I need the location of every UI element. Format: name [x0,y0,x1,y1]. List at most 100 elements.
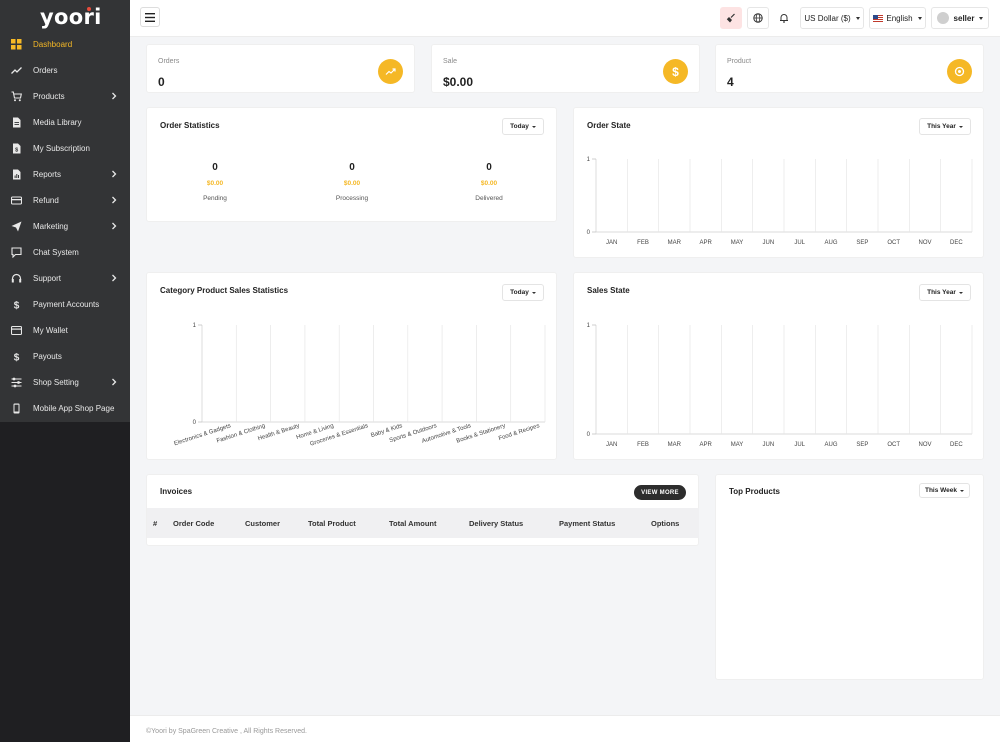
x-tick-label: FEB [637,240,649,246]
x-tick-label: Groceries & Essentials [309,423,369,447]
order-amount: $0.00 [480,180,498,187]
sidebar-item-label: Refund [33,195,59,205]
sidebar-item-label: Dashboard [33,39,73,49]
top-products-filter[interactable]: This Week [919,483,970,498]
us-flag-icon [873,14,884,22]
clear-cache-button[interactable] [720,7,742,29]
x-tick-label: AUG [824,240,837,246]
column-header: Customer [245,519,281,528]
sidebar-item-label: Payouts [33,351,62,361]
website-button[interactable] [747,7,769,29]
chevron-right-icon [110,274,118,282]
x-tick-label: MAY [731,240,744,246]
svg-text:$: $ [14,300,20,310]
x-tick-label: JAN [606,442,617,448]
notification-button[interactable] [773,7,795,29]
sidebar-item-media-library[interactable]: Media Library [0,109,130,135]
svg-text:$: $ [14,352,20,362]
sidebar-item-payment-accounts[interactable]: $ Payment Accounts [0,291,130,317]
sidebar-item-label: Products [33,91,65,101]
language-label: English [886,13,913,23]
logo-dot [87,7,91,11]
logo[interactable]: yoori [40,5,102,29]
order-state-chart: 0 1 JAN FEB MAR APR MAY JUN JUL AUG SEP OCT NOV DEC [587,157,973,246]
category-sales-card: Category Product Sales Statistics Today … [146,272,557,460]
x-tick-label: AUG [824,442,837,448]
wallet-icon [11,325,22,336]
x-tick-label: APR [699,240,712,246]
sidebar-item-reports[interactable]: Reports [0,161,130,187]
x-tick-label: MAY [731,442,744,448]
order-count: 0 [349,162,355,173]
chevron-down-icon [979,16,984,20]
sidebar-item-label: Marketing [33,221,69,231]
y-tick-label: 0 [193,420,197,426]
x-tick-label: OCT [887,442,900,448]
invoice-table-header: # Order Code Customer Total Product Tota… [147,508,699,538]
sidebar-item-products[interactable]: Products [0,83,130,109]
column-header: Options [651,519,680,528]
x-tick-label: DEC [950,240,963,246]
x-tick-label: JAN [606,240,617,246]
x-tick-label: JUL [794,240,805,246]
order-statistics-filter[interactable]: Today [502,118,544,135]
x-tick-label: DEC [950,442,963,448]
view-more-button[interactable]: VIEW MORE [634,485,686,500]
sidebar-item-refund[interactable]: Refund [0,187,130,213]
chevron-down-icon [917,16,922,20]
sidebar-item-chat-system[interactable]: Chat System [0,239,130,265]
svg-text:$: $ [15,147,18,153]
y-tick-label: 1 [193,323,197,329]
order-amount: $0.00 [343,180,361,187]
package-icon [947,59,972,84]
report-icon [11,169,22,180]
menu-toggle-button[interactable] [140,7,160,27]
stat-label: Sale [443,58,458,65]
stat-label: Product [727,58,752,65]
x-tick-label: NOV [918,240,931,246]
x-tick-label: FEB [637,442,649,448]
y-tick-label: 1 [587,323,591,329]
sidebar-item-mobile-app-shop-page[interactable]: Mobile App Shop Page [0,395,130,421]
file-icon [11,117,22,128]
column-header: Order Code [173,519,215,528]
user-menu[interactable]: seller [931,7,989,29]
chevron-down-icon [960,489,965,492]
sidebar-item-payouts[interactable]: $ Payouts [0,343,130,369]
sidebar-item-dashboard[interactable]: Dashboard [0,31,130,57]
order-amount: $0.00 [206,180,224,187]
x-tick-label: MAR [668,240,682,246]
column-header: Payment Status [559,519,616,528]
stat-card-orders: Orders 0 [146,44,415,93]
x-tick-label: JUL [794,442,805,448]
x-tick-label: JUN [762,240,774,246]
sidebar-item-label: Media Library [33,117,82,127]
sidebar-item-shop-setting[interactable]: Shop Setting [0,369,130,395]
order-stat-pending: 0 $0.00 Pending [175,162,255,202]
sidebar-item-my-wallet[interactable]: My Wallet [0,317,130,343]
x-tick-label: NOV [918,442,931,448]
sidebar-item-label: Support [33,273,62,283]
sidebar-item-my-subscription[interactable]: $ My Subscription [0,135,130,161]
y-tick-label: 0 [587,432,591,438]
headset-icon [11,273,22,284]
sidebar-item-support[interactable]: Support [0,265,130,291]
send-icon [11,221,22,232]
sidebar-item-label: Reports [33,169,62,179]
x-tick-label: OCT [887,240,900,246]
order-status-label: Processing [335,195,369,202]
sidebar-item-label: Shop Setting [33,377,79,387]
language-select[interactable]: English [869,7,926,29]
sidebar-item-marketing[interactable]: Marketing [0,213,130,239]
sidebar-item-orders[interactable]: Orders [0,57,130,83]
stat-value: $0.00 [443,75,474,89]
x-tick-label: Electronics & Gadgets [173,423,231,447]
mobile-icon [11,403,22,414]
chevron-down-icon [855,16,860,20]
stat-label: Orders [158,58,180,65]
trending-up-icon [11,65,22,76]
x-tick-label: SEP [856,240,868,246]
column-header: Total Product [308,519,356,528]
dashboard-icon [11,38,22,50]
currency-select[interactable]: US Dollar ($) [800,7,864,29]
